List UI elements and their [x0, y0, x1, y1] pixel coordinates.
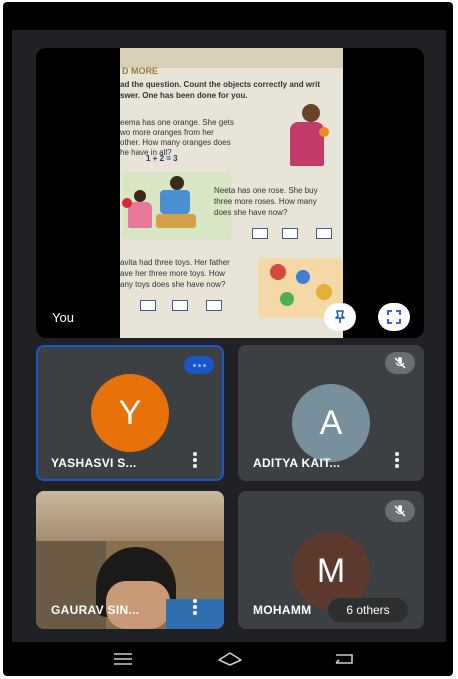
- more-options-icon[interactable]: [193, 599, 197, 617]
- participant-name: MOHAMM: [253, 603, 312, 617]
- book-text: avita had three toys. Her father: [120, 258, 230, 267]
- book-text: does she have now?: [214, 208, 288, 217]
- others-button[interactable]: 6 others: [328, 598, 408, 622]
- mic-off-icon: [385, 500, 415, 522]
- mic-off-icon: [385, 352, 415, 374]
- book-instruction: ad the question. Count the objects corre…: [120, 80, 321, 89]
- more-options-icon[interactable]: [395, 452, 399, 470]
- home-icon[interactable]: [216, 650, 244, 668]
- self-video-feed: D MORE ad the question. Count the object…: [120, 48, 343, 338]
- avatar: A: [292, 384, 370, 462]
- system-nav-bar: [12, 642, 446, 676]
- book-text: other. How many oranges does: [120, 138, 231, 147]
- book-text: any toys does she have now?: [120, 280, 226, 289]
- illustration: [302, 104, 320, 122]
- book-instruction: swer. One has been done for you.: [120, 91, 248, 100]
- book-sum: 1 + 2 = 3: [146, 154, 178, 163]
- book-text: ave her three more toys. How: [120, 269, 225, 278]
- book-heading: D MORE: [122, 66, 158, 76]
- participant-name: GAURAV SIN...: [51, 603, 140, 617]
- back-icon[interactable]: [332, 650, 356, 668]
- fullscreen-button[interactable]: [378, 303, 410, 331]
- participant-name: YASHASVI S...: [51, 456, 137, 470]
- book-text: Neeta has one rose. She buy: [214, 186, 318, 195]
- book-text: eema has one orange. She gets: [120, 118, 234, 127]
- book-text: wo more oranges from her: [120, 128, 214, 137]
- pin-button[interactable]: [324, 303, 356, 331]
- participant-name: ADITYA KAIT...: [253, 456, 341, 470]
- fullscreen-icon: [387, 310, 401, 324]
- book-text: three more roses. How many: [214, 197, 317, 206]
- speaking-indicator-icon: [184, 356, 214, 374]
- more-options-icon[interactable]: [193, 452, 197, 470]
- avatar: Y: [91, 374, 169, 452]
- status-bar: [12, 2, 446, 30]
- self-name-label: You: [52, 310, 74, 325]
- pin-icon: [335, 310, 345, 323]
- recents-icon[interactable]: [112, 651, 134, 667]
- video-background: [36, 491, 224, 541]
